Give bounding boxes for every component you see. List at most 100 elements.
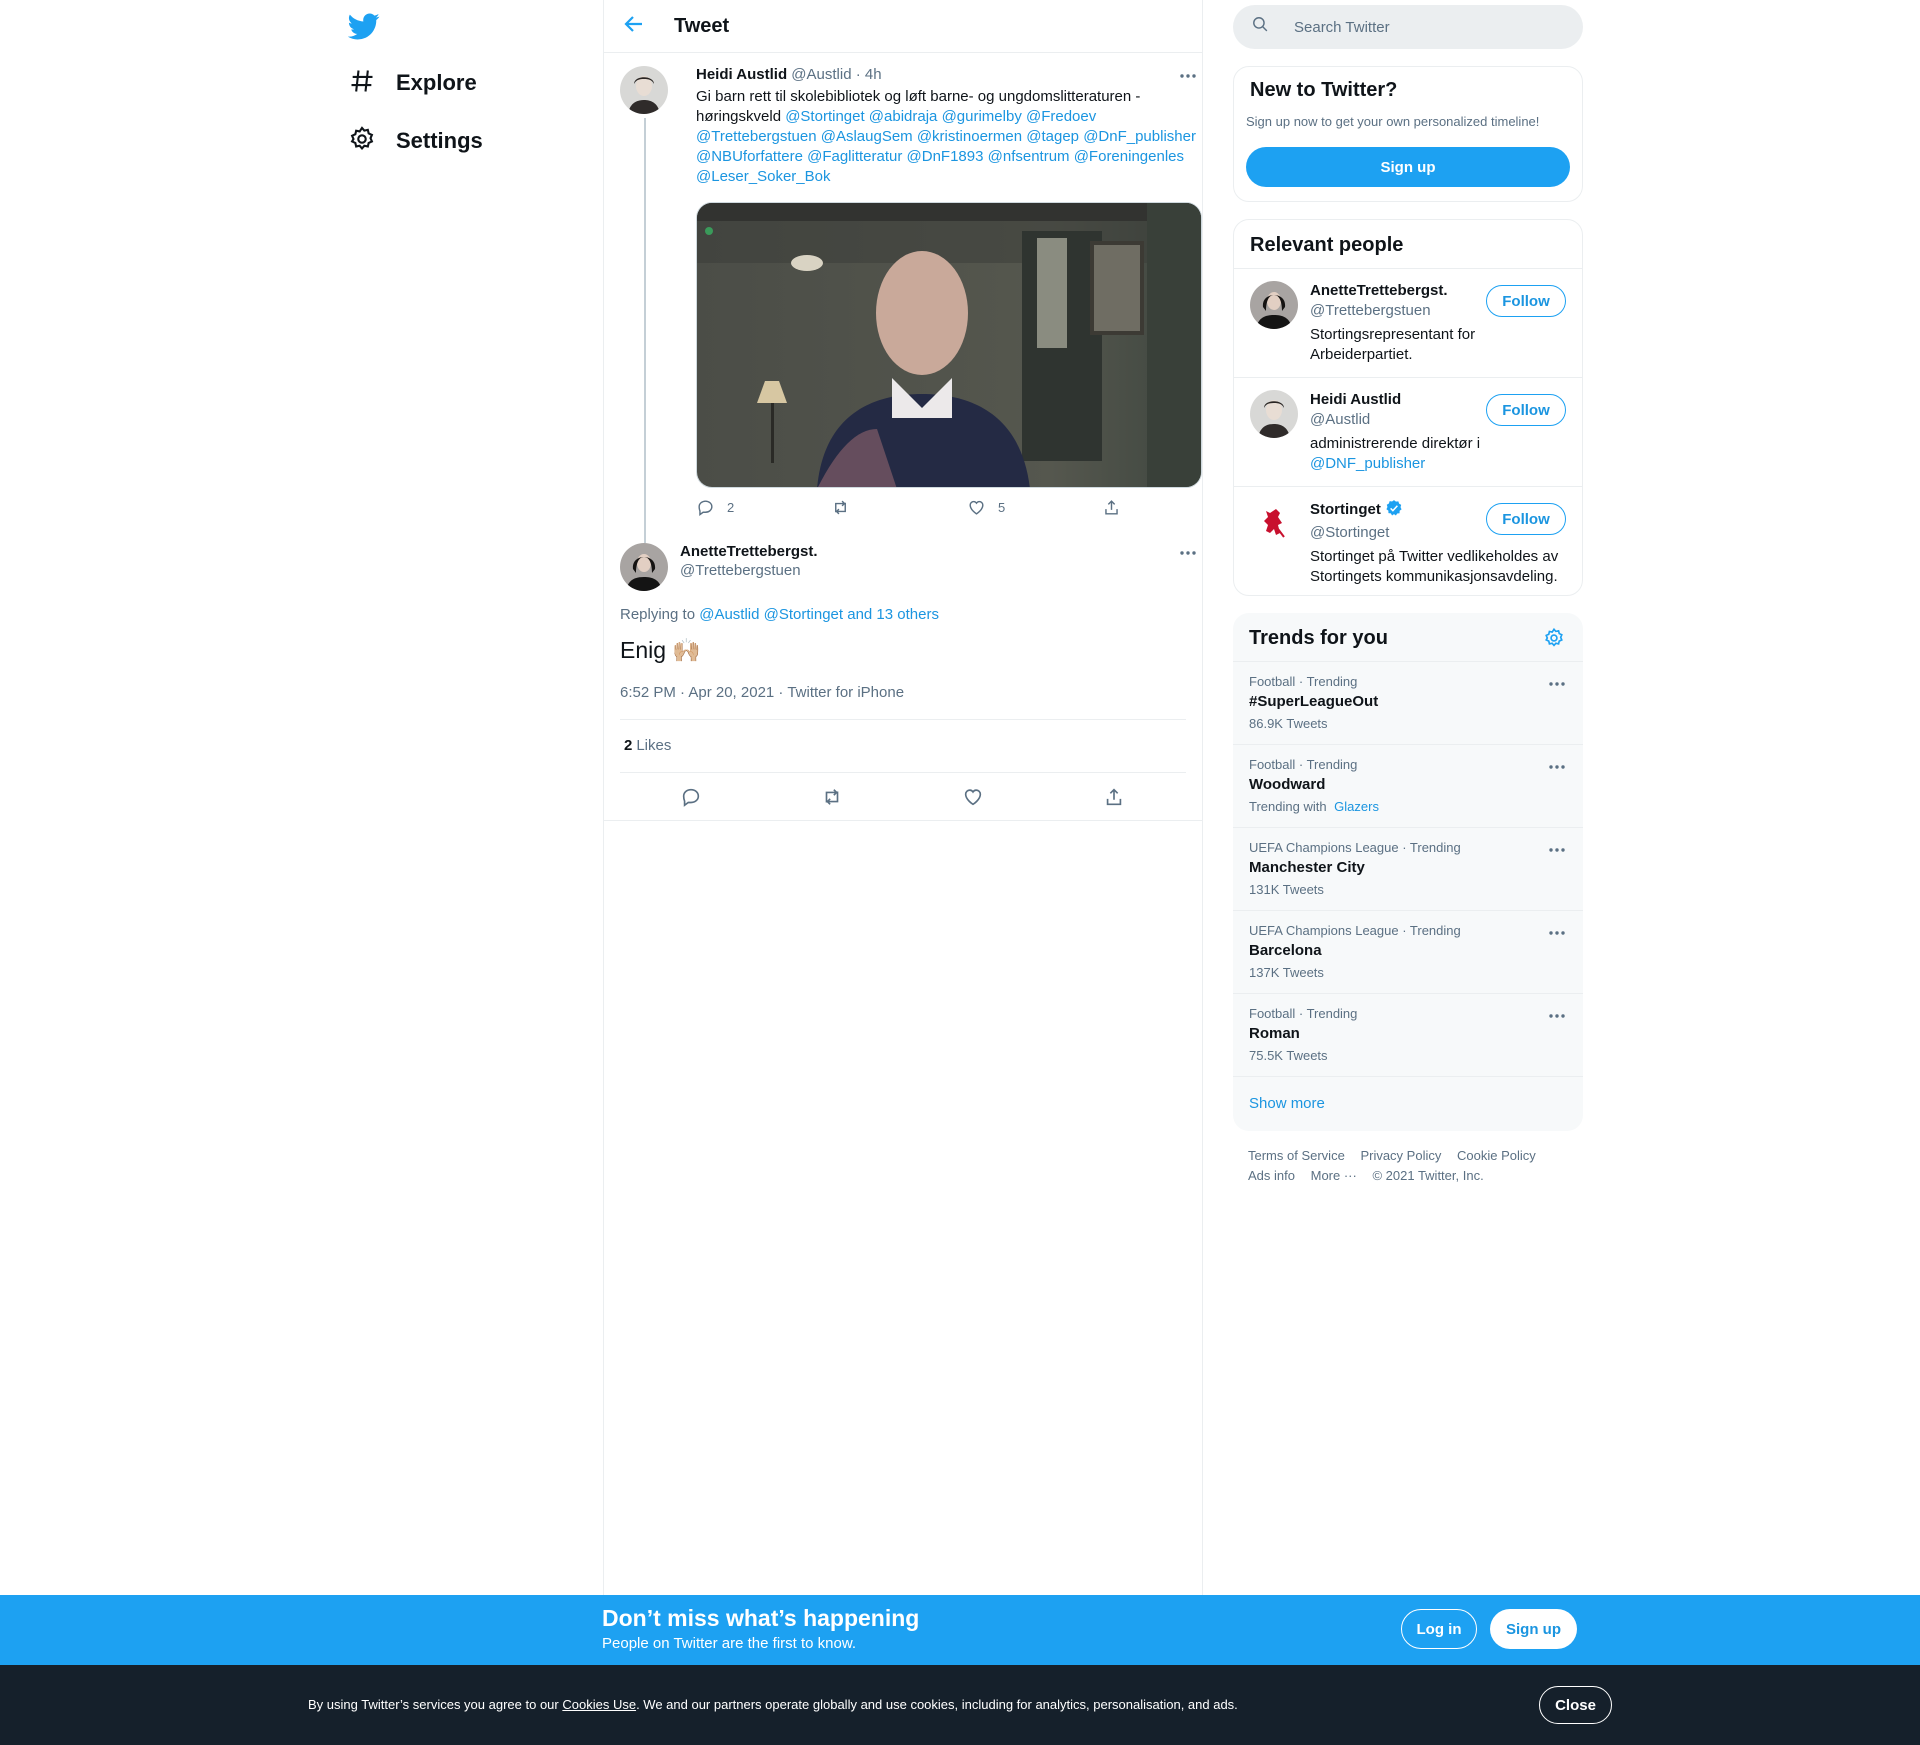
more-link[interactable]: More ··· [1311,1168,1357,1183]
person-handle[interactable]: @Austlid [1310,410,1490,430]
sign-up-button[interactable]: Sign up [1490,1609,1577,1649]
banner-title: Don’t miss what’s happening [602,1605,920,1631]
nav-settings[interactable]: Settings [348,116,483,166]
heart-icon [969,500,984,515]
author-name[interactable]: AnetteTrettebergst. [680,543,818,560]
share-button[interactable] [1103,786,1127,810]
heart-icon [964,789,982,806]
new-to-twitter-card: New to Twitter? Sign up now to get your … [1233,66,1583,202]
reply-button[interactable]: 2 [696,498,734,517]
twitter-logo-icon[interactable] [347,10,380,42]
hashtag-icon [348,67,376,100]
show-more-link[interactable]: Show more [1249,1095,1325,1112]
more-icon[interactable] [1547,840,1567,860]
more-icon[interactable] [1547,674,1567,694]
person-bio-link[interactable]: @DNF_publisher [1310,455,1425,472]
back-arrow-icon[interactable] [622,12,650,40]
retweet-icon [825,789,839,805]
trend-item[interactable]: UEFA Champions League · Trending Manches… [1233,827,1583,910]
close-button[interactable]: Close [1539,1686,1612,1724]
follow-button[interactable]: Follow [1486,394,1566,426]
trend-name: Roman [1249,1025,1300,1042]
likes-label: Likes [636,737,672,754]
main-column: Tweet Heidi Austlid @Austlid · 4h Gi bar… [603,0,1203,1595]
retweet-button[interactable] [831,498,850,517]
card-title: New to Twitter? [1250,79,1398,101]
trend-name: Manchester City [1249,859,1365,876]
more-icon[interactable] [1178,66,1198,86]
trend-count: 131K Tweets [1249,882,1324,897]
share-button[interactable] [1102,498,1121,517]
person-bio: Stortinget på Twitter vedlikeholdes av S… [1310,548,1559,585]
divider [604,820,1202,821]
like-button[interactable]: 5 [967,498,1005,517]
person-item[interactable]: AnetteTrettebergst. @Trettebergstuen Sto… [1234,268,1582,377]
author-name[interactable]: Heidi Austlid [696,66,787,83]
cookie-bar: By using Twitter’s services you agree to… [0,1665,1920,1745]
tweet-age[interactable]: · 4h [856,66,882,83]
tweet-actions: 2 5 [696,498,1126,522]
more-icon[interactable] [1547,1006,1567,1026]
more-icon[interactable] [1547,757,1567,777]
settings-gear-icon[interactable] [1543,627,1567,651]
trend-item[interactable]: Football · Trending #SuperLeagueOut 86.9… [1233,661,1583,744]
avatar[interactable] [620,543,668,591]
trend-item[interactable]: UEFA Champions League · Trending Barcelo… [1233,910,1583,993]
person-name[interactable]: AnetteTrettebergst. [1310,281,1490,301]
verified-badge-icon [1385,499,1403,523]
trend-count: Trending with [1249,799,1331,814]
person-handle[interactable]: @Trettebergstuen [1310,301,1490,321]
terms-link[interactable]: Terms of Service [1248,1148,1345,1163]
card-title: Trends for you [1249,627,1388,649]
sign-up-button[interactable]: Sign up [1246,147,1570,187]
trend-name: Woodward [1249,776,1326,793]
nav-explore[interactable]: Explore [348,58,477,108]
card-title: Relevant people [1250,234,1404,256]
replying-to-links[interactable]: @Austlid @Stortinget and 13 others [699,606,939,623]
avatar[interactable] [1250,390,1298,438]
tweet-timestamp[interactable]: 6:52 PM · Apr 20, 2021 · Twitter for iPh… [620,684,904,701]
avatar[interactable] [620,66,668,114]
person-bio: Stortingsrepresentant for Arbeiderpartie… [1310,326,1476,363]
stortinget-logo-avatar[interactable] [1250,499,1298,547]
trend-context: Football · Trending [1249,1006,1358,1021]
cookie-text-post: . We and our partners operate globally a… [636,1697,1238,1712]
trend-item[interactable]: Football · Trending Roman 75.5K Tweets [1233,993,1583,1076]
cookie-policy-link[interactable]: Cookie Policy [1457,1148,1536,1163]
person-item[interactable]: Stortinget @Stortinget Stortinget på Twi… [1234,486,1582,595]
replying-label: Replying to [620,606,696,623]
retweet-button[interactable] [821,786,845,810]
like-button[interactable] [962,786,986,810]
likes-count[interactable]: 2 Likes [624,737,671,754]
more-icon[interactable] [1547,923,1567,943]
person-name[interactable]: Heidi Austlid [1310,390,1490,410]
cookies-use-link[interactable]: Cookies Use [562,1697,636,1712]
ads-info-link[interactable]: Ads info [1248,1168,1295,1183]
tweet-text: Enig 🙌🏼 [620,637,702,663]
search-input[interactable]: Search Twitter [1233,5,1583,49]
follow-button[interactable]: Follow [1486,503,1566,535]
relevant-people-card: Relevant people AnetteTrettebergst. @Tre… [1233,219,1583,596]
reply-button[interactable] [680,786,704,810]
trend-context: Football · Trending [1249,674,1358,689]
author-handle[interactable]: @Trettebergstuen [680,562,818,579]
nav-explore-label: Explore [396,70,477,95]
avatar[interactable] [1250,281,1298,329]
follow-button[interactable]: Follow [1486,285,1566,317]
footer-links: Terms of Service Privacy Policy Cookie P… [1248,1146,1578,1186]
privacy-link[interactable]: Privacy Policy [1360,1148,1441,1163]
person-item[interactable]: Heidi Austlid @Austlid administrerende d… [1234,377,1582,486]
trend-count: 75.5K Tweets [1249,1048,1328,1063]
tweet-video-thumbnail[interactable] [696,202,1202,488]
log-in-button[interactable]: Log in [1401,1609,1477,1649]
author-handle[interactable]: @Austlid [791,66,851,83]
person-name[interactable]: Stortinget [1310,501,1381,518]
trend-related-link[interactable]: Glazers [1334,799,1379,814]
page-title: Tweet [674,14,730,37]
card-subtitle: Sign up now to get your own personalized… [1246,114,1540,129]
more-icon[interactable] [1178,543,1198,563]
focus-tweet-header: AnetteTrettebergst. @Trettebergstuen [620,543,1196,593]
copyright: © 2021 Twitter, Inc. [1372,1168,1484,1183]
trend-item[interactable]: Football · Trending Woodward Trending wi… [1233,744,1583,827]
trends-card: Trends for you Football · Trending #Supe… [1233,613,1583,1131]
